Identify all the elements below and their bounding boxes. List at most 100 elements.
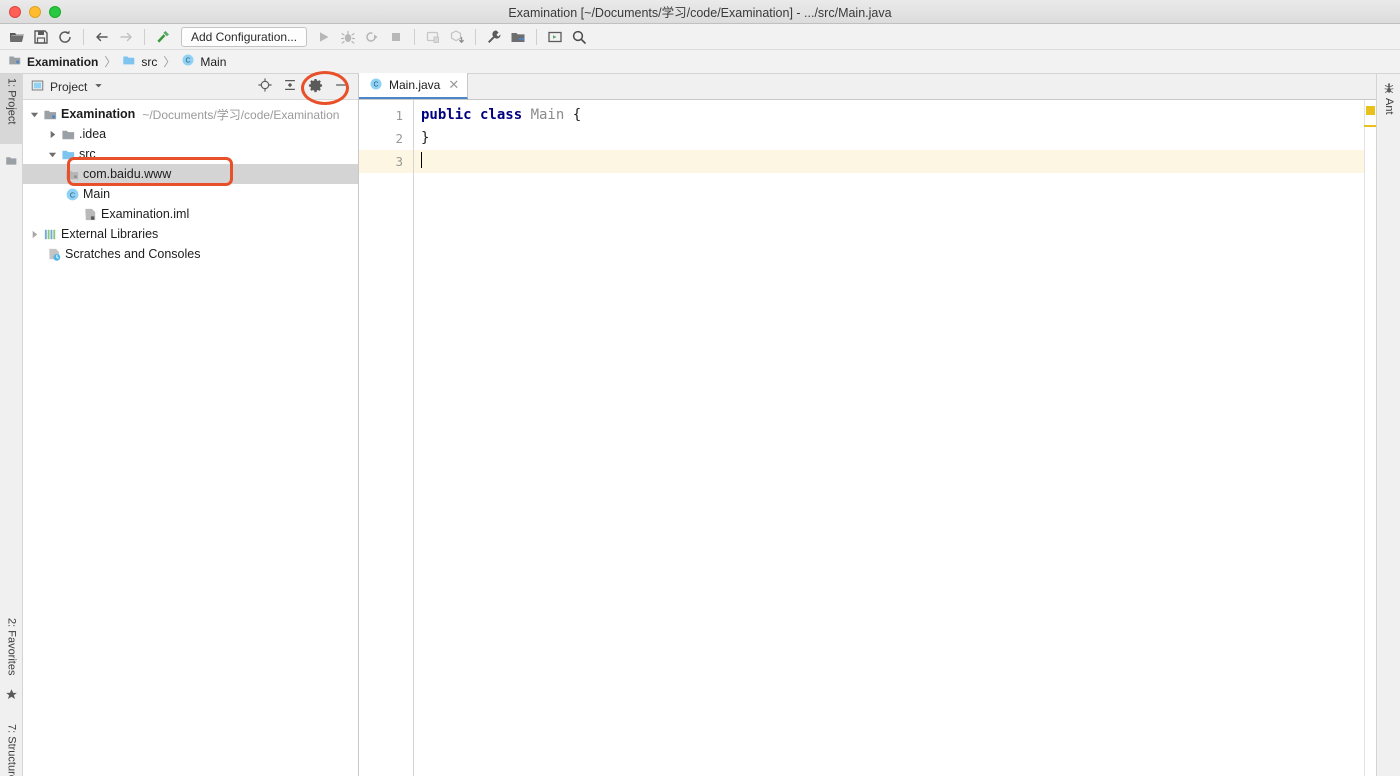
breadcrumb-separator: 〉: [104, 55, 117, 69]
main-toolbar: Add Configuration...: [0, 24, 1400, 50]
tree-node-src[interactable]: src: [23, 144, 358, 164]
add-configuration-button[interactable]: Add Configuration...: [181, 26, 308, 47]
editor-body: 1 2 3 public class Main { }: [359, 100, 1376, 776]
window-controls[interactable]: [0, 5, 61, 18]
tree-node-label: .idea: [79, 127, 107, 141]
code-line-1: public class Main {: [414, 104, 1364, 127]
folder-icon: [59, 127, 77, 142]
code-line-2: }: [414, 127, 1364, 150]
scroll-from-source-icon[interactable]: [258, 78, 272, 95]
code-editor[interactable]: public class Main { }: [414, 100, 1364, 776]
expand-arrow-down-icon[interactable]: [45, 150, 59, 159]
breadcrumb-separator: 〉: [163, 55, 176, 69]
tree-node-scratches-and-consoles[interactable]: Scratches and Consoles: [23, 244, 358, 264]
tree-node-label: Examination: [61, 107, 136, 121]
editor-tab-main-java[interactable]: C Main.java ✕: [359, 73, 469, 99]
sidebar-item-structure[interactable]: 7: Structure: [0, 720, 23, 776]
java-class-icon: C: [181, 53, 195, 70]
code-line-3: [414, 150, 1364, 173]
folder-icon: [5, 154, 18, 167]
breadcrumb-item-src[interactable]: src: [122, 53, 157, 70]
sidebar-item-ant[interactable]: Ant: [1377, 78, 1400, 115]
stop-icon: [385, 26, 407, 48]
build-hammer-icon[interactable]: [152, 26, 174, 48]
tree-node-path: ~/Documents/学习/code/Examination: [142, 107, 340, 122]
right-toolwindow-strip: Ant: [1376, 74, 1400, 776]
tree-node-label: Examination.iml: [101, 207, 190, 221]
project-tree: Examination ~/Documents/学习/code/Examinat…: [23, 100, 358, 264]
project-folder-icon-tab[interactable]: [0, 146, 23, 170]
sidebar-item-label: 1: Project: [5, 78, 18, 125]
close-window-button[interactable]: [9, 5, 21, 18]
gear-icon[interactable]: [308, 78, 323, 96]
back-arrow-icon[interactable]: [91, 26, 113, 48]
code-token-plain: {: [564, 107, 582, 123]
expand-arrow-right-icon[interactable]: [45, 130, 59, 139]
star-icon: [5, 688, 18, 701]
run-coverage-icon: [361, 26, 383, 48]
sidebar-item-project[interactable]: 1: Project: [0, 74, 23, 144]
line-number: 1: [395, 108, 403, 123]
tree-node-idea[interactable]: .idea: [23, 124, 358, 144]
toolbar-separator: [475, 28, 477, 45]
project-tool-window: Project Examination ~/Documents/学习/code/…: [23, 74, 359, 776]
line-number-gutter: 1 2 3: [359, 100, 414, 776]
tree-node-label: src: [79, 147, 96, 161]
window-title: Examination [~/Documents/学习/code/Examina…: [508, 6, 892, 20]
project-icon: [31, 79, 44, 95]
svg-text:C: C: [186, 58, 191, 65]
breadcrumb-item-main[interactable]: C Main: [181, 53, 226, 70]
error-stripe-gutter[interactable]: [1364, 100, 1376, 776]
search-everywhere-icon[interactable]: [568, 26, 590, 48]
project-structure-icon[interactable]: [507, 26, 529, 48]
tree-node-label: External Libraries: [61, 227, 159, 241]
project-panel-actions: [258, 78, 354, 96]
collapse-all-icon[interactable]: [283, 78, 297, 95]
expand-arrow-down-icon[interactable]: [27, 110, 41, 119]
breadcrumb-label: src: [141, 54, 158, 69]
source-folder-icon: [122, 53, 136, 70]
tree-node-external-libraries[interactable]: External Libraries: [23, 224, 358, 244]
stripe-warning-marker[interactable]: [1366, 106, 1375, 115]
todo-panel-icon[interactable]: [544, 26, 566, 48]
code-token-plain: }: [421, 130, 430, 146]
module-icon: [8, 53, 22, 70]
toolbar-separator: [144, 28, 145, 45]
toolbar-separator: [414, 28, 416, 45]
tree-node-label: com.baidu.www: [83, 167, 172, 181]
minimize-window-button[interactable]: [29, 5, 41, 18]
line-number: 3: [359, 150, 413, 173]
breadcrumb-label: Examination: [27, 54, 99, 69]
window-titlebar: Examination [~/Documents/学习/code/Examina…: [0, 0, 1400, 24]
java-class-icon: C: [63, 187, 81, 202]
svg-text:C: C: [373, 81, 378, 88]
tree-node-main[interactable]: C Main: [23, 184, 358, 204]
tree-node-examination-iml[interactable]: Examination.iml: [23, 204, 358, 224]
expand-arrow-right-icon[interactable]: [27, 230, 41, 239]
tree-node-com-baidu-www[interactable]: com.baidu.www: [23, 164, 358, 184]
settings-wrench-icon[interactable]: [483, 26, 505, 48]
chevron-down-icon[interactable]: [93, 80, 104, 94]
ant-icon: [1383, 82, 1395, 94]
scratches-icon: [45, 247, 63, 262]
close-icon[interactable]: ✕: [446, 77, 459, 93]
svg-text:C: C: [69, 190, 75, 199]
package-icon: [63, 167, 81, 182]
sidebar-item-label: 7: Structure: [5, 724, 18, 776]
open-folder-icon[interactable]: [6, 26, 28, 48]
save-all-icon[interactable]: [30, 26, 52, 48]
update-project-icon: [446, 26, 468, 48]
source-folder-icon: [59, 147, 77, 162]
breadcrumb-item-examination[interactable]: Examination: [8, 53, 98, 70]
editor-area: C Main.java ✕ 1 2 3 public class Main { …: [359, 73, 1376, 776]
sidebar-item-label: Ant: [1383, 98, 1395, 115]
breadcrumb-label: Main: [200, 54, 227, 69]
hide-panel-icon[interactable]: [334, 78, 348, 95]
editor-tab-label: Main.java: [389, 78, 441, 92]
tree-node-examination[interactable]: Examination ~/Documents/学习/code/Examinat…: [23, 104, 358, 124]
java-class-icon: C: [369, 77, 383, 94]
sync-icon[interactable]: [54, 26, 76, 48]
maximize-window-button[interactable]: [49, 5, 61, 18]
favorites-star-icon-tab[interactable]: [0, 680, 23, 704]
toolbar-separator: [536, 28, 538, 45]
